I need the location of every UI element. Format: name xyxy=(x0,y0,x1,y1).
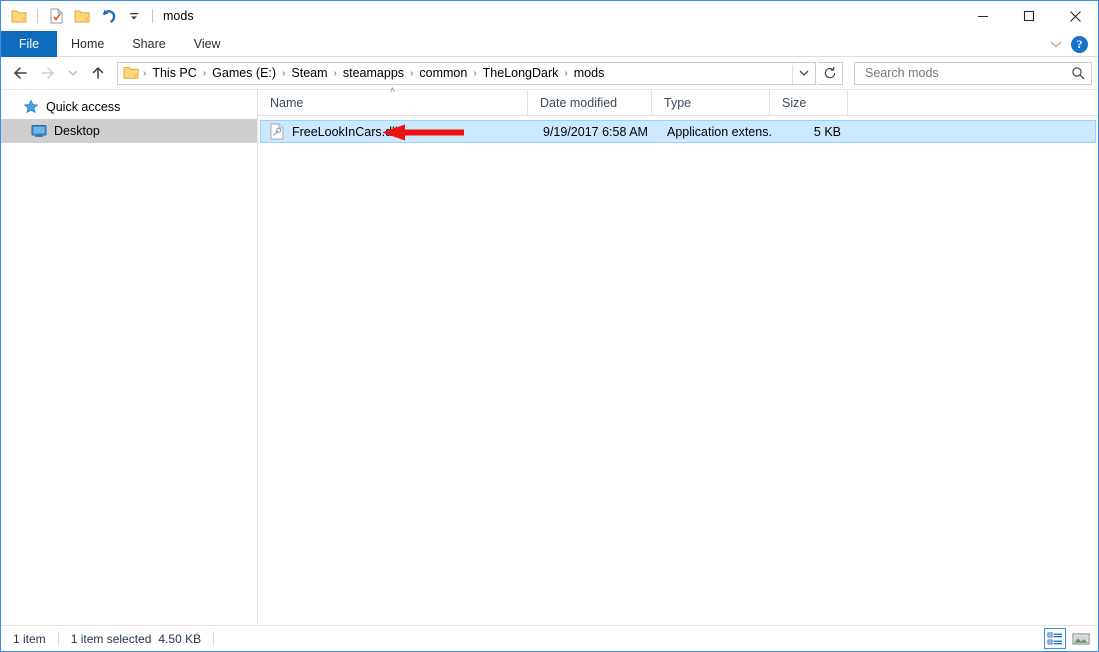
status-item-count: 1 item xyxy=(13,631,46,646)
file-date-cell: 9/19/2017 6:58 AM xyxy=(543,124,648,139)
breadcrumb-item-steamapps[interactable]: steamapps xyxy=(338,66,409,80)
navigation-pane: Quick access Desktop xyxy=(1,90,258,625)
file-name-label: FreeLookInCars.dll xyxy=(292,124,398,139)
minimize-button[interactable] xyxy=(960,1,1006,31)
file-type-cell: Application extens... xyxy=(667,124,773,139)
status-bar: 1 item 1 item selected 4.50 KB xyxy=(1,625,1098,651)
toolbar-separator xyxy=(37,9,38,23)
column-header-label: Type xyxy=(664,96,692,110)
breadcrumb-item-games-e[interactable]: Games (E:) xyxy=(207,66,281,80)
tab-view[interactable]: View xyxy=(180,31,235,57)
column-headers: ˄ Name Date modified Type Size xyxy=(258,86,1098,116)
maximize-button[interactable] xyxy=(1006,1,1052,31)
file-list: FreeLookInCars.dll 9/19/2017 6:58 AM App… xyxy=(258,116,1098,625)
close-button[interactable] xyxy=(1052,1,1098,31)
file-explorer-window: mods File Home Share View ? › This PC › … xyxy=(0,0,1099,652)
refresh-button[interactable] xyxy=(818,61,843,85)
file-list-pane: ˄ Name Date modified Type Size FreeLookI… xyxy=(258,86,1098,625)
star-icon xyxy=(23,99,39,115)
status-separator-2 xyxy=(213,631,215,646)
explorer-body: Quick access Desktop ˄ Name Date modifie… xyxy=(1,86,1098,625)
breadcrumb-item-thelongdark[interactable]: TheLongDark xyxy=(478,66,564,80)
file-name-cell[interactable]: FreeLookInCars.dll xyxy=(261,123,531,140)
window-controls xyxy=(960,1,1098,31)
table-row[interactable]: FreeLookInCars.dll 9/19/2017 6:58 AM App… xyxy=(260,120,1096,143)
toolbar-separator-2 xyxy=(152,9,153,23)
up-button[interactable] xyxy=(85,60,111,86)
back-button[interactable] xyxy=(7,60,33,86)
title-bar: mods xyxy=(1,1,1098,31)
breadcrumb-item-this-pc[interactable]: This PC xyxy=(147,66,201,80)
tab-share[interactable]: Share xyxy=(118,31,179,57)
column-header-label: Date modified xyxy=(540,96,618,110)
view-buttons xyxy=(1044,628,1092,649)
column-header-type[interactable]: Type xyxy=(652,90,770,116)
properties-icon[interactable] xyxy=(45,5,67,27)
recent-locations-chevron-icon[interactable] xyxy=(63,60,83,86)
monitor-icon xyxy=(31,124,47,138)
folder-icon[interactable] xyxy=(8,5,30,27)
column-header-size[interactable]: Size xyxy=(770,90,848,116)
collapse-ribbon-chevron-icon[interactable] xyxy=(1049,39,1063,49)
new-folder-icon[interactable] xyxy=(71,5,93,27)
column-header-label: Name xyxy=(270,96,304,110)
column-header-name[interactable]: ˄ Name xyxy=(258,86,528,116)
forward-button[interactable] xyxy=(35,60,61,86)
breadcrumb-folder-icon[interactable] xyxy=(123,66,139,80)
search-box[interactable] xyxy=(854,61,1092,85)
tab-file[interactable]: File xyxy=(1,31,57,57)
sidebar-item-label: Desktop xyxy=(54,124,100,138)
status-separator xyxy=(57,631,59,646)
search-icon[interactable] xyxy=(1071,66,1085,80)
status-selection: 1 item selected xyxy=(70,631,152,646)
dll-file-icon xyxy=(269,123,285,140)
ribbon-right-controls: ? xyxy=(1049,31,1094,57)
breadcrumb-dropdown-chevron-icon[interactable] xyxy=(792,62,814,84)
address-bar: › This PC › Games (E:) › Steam › steamap… xyxy=(1,57,1098,89)
breadcrumb-item-steam[interactable]: Steam xyxy=(286,66,332,80)
column-header-date-modified[interactable]: Date modified xyxy=(528,90,652,116)
undo-icon[interactable] xyxy=(97,5,119,27)
breadcrumb-item-mods[interactable]: mods xyxy=(569,66,610,80)
search-input[interactable] xyxy=(863,65,1071,81)
file-size-cell: 5 KB xyxy=(813,124,841,139)
tab-home[interactable]: Home xyxy=(57,31,118,57)
details-view-button[interactable] xyxy=(1044,628,1066,649)
large-icons-view-button[interactable] xyxy=(1070,628,1092,649)
ribbon-tab-bar: File Home Share View ? xyxy=(1,31,1098,57)
window-title: mods xyxy=(163,9,194,23)
sidebar-item-label: Quick access xyxy=(46,100,121,114)
column-header-label: Size xyxy=(782,96,807,110)
help-icon[interactable]: ? xyxy=(1071,35,1088,53)
breadcrumb-item-common[interactable]: common xyxy=(414,66,472,80)
sidebar-item-quick-access[interactable]: Quick access xyxy=(1,95,257,119)
sort-ascending-icon: ˄ xyxy=(389,85,396,95)
status-selection-size: 4.50 KB xyxy=(158,631,202,646)
sidebar-item-desktop[interactable]: Desktop xyxy=(1,119,257,143)
breadcrumb[interactable]: › This PC › Games (E:) › Steam › steamap… xyxy=(117,61,816,85)
customize-chevron-icon[interactable] xyxy=(123,5,145,27)
quick-access-toolbar xyxy=(1,1,156,31)
